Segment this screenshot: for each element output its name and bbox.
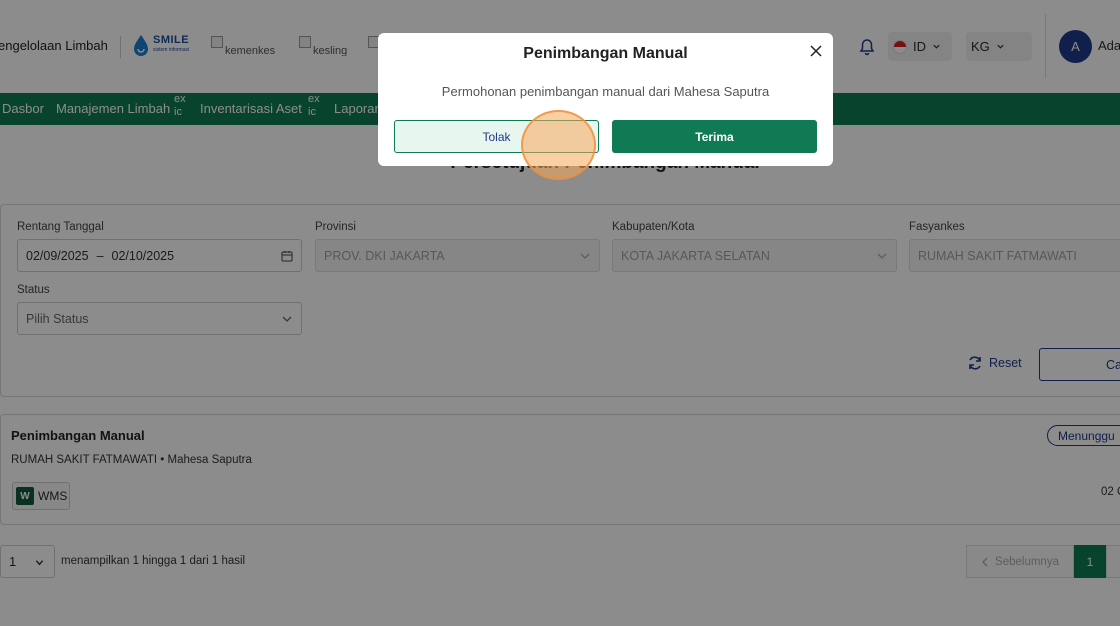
accept-button[interactable]: Terima	[612, 120, 817, 153]
manual-weighing-dialog: Penimbangan Manual Permohonan penimbanga…	[378, 33, 833, 166]
dialog-message: Permohonan penimbangan manual dari Mahes…	[441, 84, 770, 99]
close-icon[interactable]	[809, 44, 823, 58]
dialog-title: Penimbangan Manual	[523, 45, 688, 62]
click-indicator	[521, 110, 596, 180]
